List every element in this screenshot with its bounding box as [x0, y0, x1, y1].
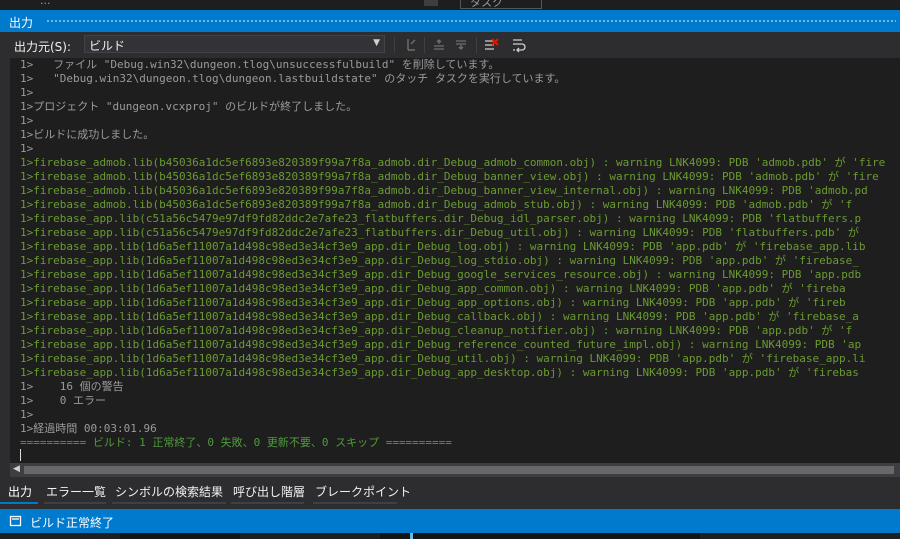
go-next-message-icon[interactable] — [452, 36, 470, 54]
output-line: 1> ファイル "Debug.win32\dungeon.tlog\unsucc… — [20, 58, 500, 71]
toolbar-separator — [394, 37, 395, 53]
taskbar-segment — [0, 533, 120, 539]
scroll-left-arrow-icon[interactable]: ◀ — [13, 464, 20, 474]
output-toolbar: 出力元(S): ビルド ▼ — [0, 32, 900, 58]
window-title: 出力 — [9, 16, 34, 30]
output-line: 1> — [20, 142, 34, 155]
status-text: ビルド正常終了 — [30, 516, 115, 530]
tab-indicator — [0, 502, 38, 504]
scrollbar-thumb[interactable] — [24, 466, 894, 474]
tab-indicator — [44, 502, 106, 504]
toolbar-separator — [476, 37, 477, 53]
output-line: 1> — [20, 86, 34, 99]
output-line: 1>firebase_app.lib(1d6a5ef11007a1d498c98… — [20, 310, 859, 323]
output-source-select[interactable]: ビルド ▼ — [84, 35, 385, 53]
output-line: 1>firebase_app.lib(c51a56c5479e97df9fd82… — [20, 226, 859, 239]
output-line: 1>firebase_app.lib(1d6a5ef11007a1d498c98… — [20, 282, 846, 295]
tab-indicator — [112, 502, 226, 504]
output-line: 1>firebase_app.lib(1d6a5ef11007a1d498c98… — [20, 324, 853, 337]
output-line: 1>firebase_app.lib(1d6a5ef11007a1d498c98… — [20, 366, 859, 379]
background-window-control — [424, 0, 438, 6]
output-line: 1> — [20, 408, 34, 421]
toolbar-separator — [424, 37, 425, 53]
chevron-down-icon: ▼ — [373, 38, 380, 48]
clear-all-icon[interactable] — [482, 36, 500, 54]
output-lines: 1> ファイル "Debug.win32\dungeon.tlog\unsucc… — [20, 58, 885, 450]
tab-indicator — [231, 502, 304, 504]
output-line: 1>ビルドに成功しました。 — [20, 128, 155, 141]
tab-error-list[interactable]: エラー一覧 — [46, 483, 106, 500]
output-line: 1>プロジェクト "dungeon.vcxproj" のビルドが終了しました。 — [20, 100, 358, 113]
output-source-value: ビルド — [89, 39, 126, 53]
output-line: 1>firebase_app.lib(1d6a5ef11007a1d498c98… — [20, 338, 862, 351]
tab-indicator — [313, 502, 397, 504]
output-line: 1> 16 個の警告 — [20, 380, 124, 393]
os-taskbar — [0, 533, 900, 539]
output-line: 1> "Debug.win32\dungeon.tlog\dungeon.las… — [20, 72, 566, 85]
background-window-label: タスク — [470, 0, 503, 9]
tab-breakpoints[interactable]: ブレークポイント — [315, 483, 411, 500]
output-line: 1>firebase_app.lib(c51a56c5479e97df9fd82… — [20, 212, 862, 225]
output-line: 1>firebase_app.lib(1d6a5ef11007a1d498c98… — [20, 296, 846, 309]
output-line: 1>firebase_admob.lib(b45036a1dc5ef6893e8… — [20, 156, 886, 169]
tool-window-tabs: 出力 エラー一覧 シンボルの検索結果 呼び出し階層 ブレークポイント — [0, 477, 900, 509]
output-text-area[interactable]: 1> ファイル "Debug.win32\dungeon.tlog\unsucc… — [10, 58, 900, 463]
output-window-title-bar[interactable]: 出力 — [0, 10, 900, 32]
output-line: 1>firebase_app.lib(1d6a5ef11007a1d498c98… — [20, 268, 862, 281]
output-line: 1>firebase_app.lib(1d6a5ef11007a1d498c98… — [20, 352, 866, 365]
tab-output[interactable]: 出力 — [8, 483, 32, 500]
output-line: 1>firebase_admob.lib(b45036a1dc5ef6893e8… — [20, 184, 868, 197]
background-window-strip: ... タスク — [0, 0, 900, 10]
taskbar-segment — [700, 533, 900, 539]
toggle-word-wrap-icon[interactable] — [510, 36, 528, 54]
output-line: 1>firebase_app.lib(1d6a5ef11007a1d498c98… — [20, 254, 859, 267]
output-line: 1>firebase_admob.lib(b45036a1dc5ef6893e8… — [20, 198, 853, 211]
text-caret — [20, 449, 21, 461]
output-line: 1>firebase_admob.lib(b45036a1dc5ef6893e8… — [20, 170, 879, 183]
go-previous-message-icon[interactable] — [430, 36, 448, 54]
taskbar-accent — [410, 533, 413, 539]
background-window-text: ... — [40, 0, 51, 7]
output-line: ========== ビルド: 1 正常終了、0 失敗、0 更新不要、0 スキッ… — [20, 436, 452, 449]
output-source-label: 出力元(S): — [14, 40, 72, 54]
drag-grip[interactable] — [46, 19, 896, 24]
output-line: 1>firebase_app.lib(1d6a5ef11007a1d498c98… — [20, 240, 866, 253]
horizontal-scrollbar[interactable]: ◀ — [10, 463, 900, 477]
tab-call-hierarchy[interactable]: 呼び出し階層 — [233, 483, 305, 500]
build-status-icon — [9, 514, 23, 531]
output-line: 1>経過時間 00:03:01.96 — [20, 422, 157, 435]
tab-find-symbol-results[interactable]: シンボルの検索結果 — [115, 483, 223, 500]
taskbar-segment — [240, 533, 380, 539]
output-line: 1> 0 エラー — [20, 394, 106, 407]
output-line: 1> — [20, 114, 34, 127]
find-message-icon[interactable] — [402, 36, 420, 54]
status-bar: ビルド正常終了 — [0, 509, 900, 533]
